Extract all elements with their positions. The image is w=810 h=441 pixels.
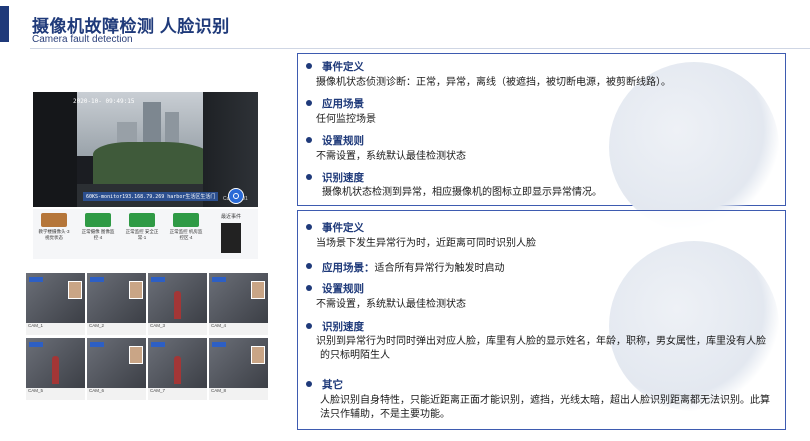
face-recognition-box: 事件定义 当场景下发生异常行为时，近距离可同时识别人脸 应用场景：适合所有异常行… xyxy=(297,210,786,430)
thumbnail-caption: CAM_5 xyxy=(26,388,85,400)
camera-ip-overlay: 60KS-monitor193.168.79.269 harbor生活区生活门 xyxy=(83,192,219,201)
face-capture-thumbnail[interactable]: CAM_1 xyxy=(26,273,85,335)
section-heading: 应用场景：适合所有异常行为触发时启动 xyxy=(322,262,505,274)
thumbnail-caption: CAM_3 xyxy=(148,323,207,335)
bullet-icon xyxy=(306,263,312,269)
device-icon xyxy=(41,213,67,227)
thumbnail-caption: CAM_8 xyxy=(209,388,268,400)
person-figure xyxy=(174,291,181,319)
camera-record-button[interactable] xyxy=(228,188,244,204)
section-body-inline: 适合所有异常行为触发时启动 xyxy=(374,263,505,274)
bullet-icon xyxy=(306,63,312,69)
bullet-icon xyxy=(306,323,312,329)
section-heading: 设置规则 xyxy=(322,135,364,147)
face-crop xyxy=(251,281,265,299)
bullet-icon xyxy=(306,381,312,387)
section-heading: 识别速度 xyxy=(322,172,364,184)
thumbnail-caption: CAM_4 xyxy=(209,323,268,335)
title-accent-bar xyxy=(0,6,9,42)
section-heading: 设置规则 xyxy=(322,283,364,295)
thumbnail-caption: CAM_1 xyxy=(26,323,85,335)
device-item[interactable]: 正常监控 机房监控区·4 xyxy=(169,213,203,241)
device-icon xyxy=(173,213,199,227)
device-label: 正常监控 机房监控区·4 xyxy=(169,229,203,240)
section-heading: 事件定义 xyxy=(322,222,364,234)
face-capture-thumbnail[interactable]: CAM_5 xyxy=(26,338,85,400)
face-crop xyxy=(129,346,143,364)
section-heading: 事件定义 xyxy=(322,61,364,73)
face-capture-thumbnail[interactable]: CAM_3 xyxy=(148,273,207,335)
device-icon xyxy=(129,213,155,227)
section-heading: 应用场景 xyxy=(322,98,364,110)
header-divider xyxy=(30,48,810,49)
device-icon xyxy=(85,213,111,227)
camera-pillar xyxy=(33,92,77,207)
device-item[interactable]: 正常监控 安全正常·1 xyxy=(125,213,159,241)
camera-timestamp: 2020-10- 09:49:15 xyxy=(73,98,135,105)
face-capture-thumbnail[interactable]: CAM_7 xyxy=(148,338,207,400)
background-globe xyxy=(609,241,779,411)
section-body: 任何监控场景 xyxy=(316,114,376,125)
section-body: 人脸识别自身特性，只能近距离正面才能识别，遮挡，光线太暗，超出人脸识别距离都无法… xyxy=(320,395,770,420)
face-crop xyxy=(129,281,143,299)
camera-fault-detection-box: 事件定义 摄像机状态侦测诊断：正常，异常，离线（被遮挡，被切断电源，被剪断线路）… xyxy=(297,53,786,232)
face-capture-thumbnail[interactable]: CAM_8 xyxy=(209,338,268,400)
bullet-icon xyxy=(306,100,312,106)
recent-events-panel: 最近事件 xyxy=(221,213,257,257)
section-heading: 其它 xyxy=(322,379,343,391)
face-capture-thumbnail[interactable]: CAM_6 xyxy=(87,338,146,400)
thumbnail-caption: CAM_2 xyxy=(87,323,146,335)
section-body: 不需设置，系统默认最佳检测状态 xyxy=(316,299,466,310)
section-body: 当场景下发生异常行为时，近距离可同时识别人脸 xyxy=(316,238,536,249)
person-figure xyxy=(52,356,59,384)
section-body: 不需设置，系统默认最佳检测状态 xyxy=(316,151,466,162)
face-capture-thumbnail[interactable]: CAM_4 xyxy=(209,273,268,335)
page-subtitle: Camera fault detection xyxy=(32,34,133,45)
device-label: 正常摄像 图像监控·4 xyxy=(81,229,115,240)
section-body: 识别到异常行为时同时弹出对应人脸，库里有人脸的显示姓名，年龄，职称，男女属性，库… xyxy=(316,336,766,361)
bullet-icon xyxy=(306,285,312,291)
camera-view-screenshot: 2020-10- 09:49:15 60KS-monitor193.168.79… xyxy=(33,92,258,207)
bullet-icon xyxy=(306,174,312,180)
face-capture-grid: CAM_1 CAM_2 CAM_3 CAM_4 CAM_5 CAM_6 CAM_… xyxy=(26,273,270,401)
section-heading: 识别速度 xyxy=(322,321,364,333)
recent-events-title: 最近事件 xyxy=(221,214,242,220)
device-label: 正常监控 安全正常·1 xyxy=(125,229,159,240)
face-capture-thumbnail[interactable]: CAM_2 xyxy=(87,273,146,335)
device-label: 教学楼摄像头·3 视觉状态 xyxy=(38,229,70,240)
face-crop xyxy=(251,346,265,364)
device-item[interactable]: 教学楼摄像头·3 视觉状态 xyxy=(37,213,71,241)
person-figure xyxy=(174,356,181,384)
thumbnail-caption: CAM_6 xyxy=(87,388,146,400)
camera-trees xyxy=(93,142,213,184)
device-item[interactable]: 正常摄像 图像监控·4 xyxy=(81,213,115,241)
device-status-panel: 教学楼摄像头·3 视觉状态 正常摄像 图像监控·4 正常监控 安全正常·1 正常… xyxy=(33,209,258,259)
section-body: 摄像机状态侦测诊断：正常，异常，离线（被遮挡，被切断电源，被剪断线路）。 xyxy=(316,77,671,88)
section-body: 摄像机状态检测到异常，相应摄像机的图标立即显示异常情况。 xyxy=(322,187,602,198)
thumbnail-caption: CAM_7 xyxy=(148,388,207,400)
bullet-icon xyxy=(306,137,312,143)
recent-events-preview xyxy=(221,223,241,253)
face-crop xyxy=(68,281,82,299)
bullet-icon xyxy=(306,224,312,230)
